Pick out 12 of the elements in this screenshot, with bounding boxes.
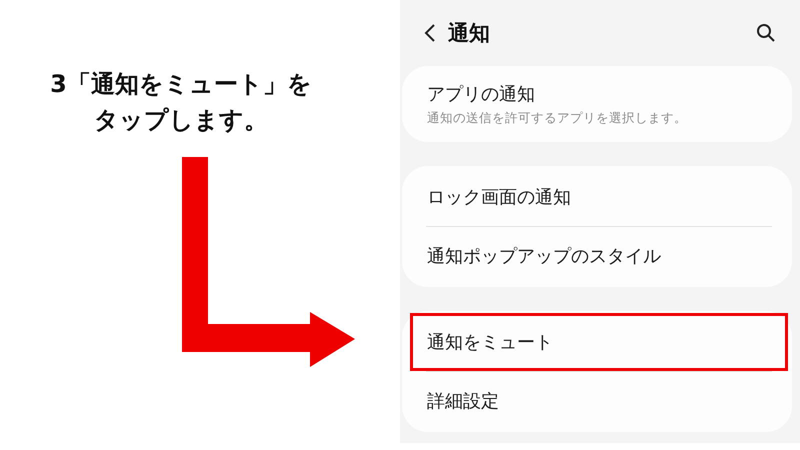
- item-title: アプリの通知: [427, 82, 535, 106]
- settings-item[interactable]: 通知をミュート: [410, 313, 788, 371]
- settings-item[interactable]: 詳細設定: [410, 372, 788, 430]
- back-icon[interactable]: [424, 23, 436, 43]
- search-icon[interactable]: [756, 23, 776, 43]
- settings-item[interactable]: 通知ポップアップのスタイル: [410, 227, 788, 285]
- instruction-text: 3「通知をミュート」を: [50, 69, 312, 100]
- settings-item[interactable]: ロック画面の通知: [410, 168, 788, 226]
- settings-item[interactable]: アプリの通知 通知の送信を許可するアプリを選択します。: [410, 68, 788, 140]
- instruction-text: タップします。: [94, 105, 268, 136]
- item-description: 通知の送信を許可するアプリを選択します。: [427, 110, 687, 126]
- screen-title: 通知: [448, 20, 491, 47]
